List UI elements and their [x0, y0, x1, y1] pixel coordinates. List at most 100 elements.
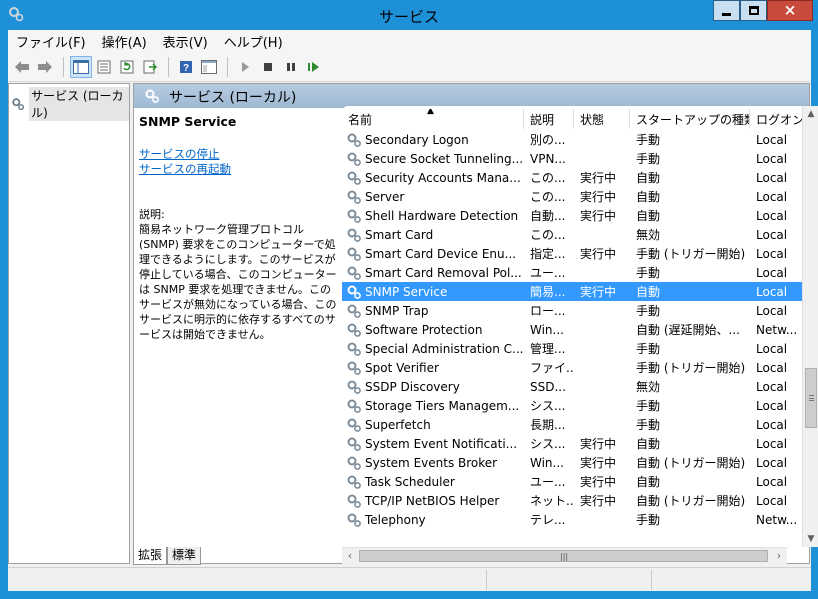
tab-standard[interactable]: 標準 [167, 547, 202, 565]
service-gear-icon [347, 342, 361, 356]
service-startup-type: 手動 [636, 266, 661, 280]
service-logon: Local [756, 303, 788, 318]
stop-service-link[interactable]: サービスの停止 [139, 147, 337, 162]
service-row[interactable]: SNMP Service 簡易... 実行中 自動 Local [342, 282, 802, 301]
service-row[interactable]: Shell Hardware Detection 自動... 実行中 自動 Local [342, 206, 802, 225]
service-row[interactable]: Security Accounts Mana... この... 実行中 自動 Local [342, 168, 802, 187]
service-logon: Local [756, 208, 788, 223]
service-logon: Local [756, 360, 788, 375]
service-row[interactable]: SSDP Discovery SSD... 無効 Local [342, 377, 802, 396]
vertical-scrollbar[interactable]: ▲ ▼ [802, 106, 818, 547]
tree-item-services-local[interactable]: サービス (ローカル) [11, 87, 129, 121]
forward-button[interactable] [34, 56, 56, 78]
title-bar[interactable]: サービス × [0, 0, 818, 30]
export-list-button[interactable] [139, 56, 161, 78]
forward-icon [38, 60, 52, 73]
service-logon: Local [756, 246, 788, 261]
service-row[interactable]: Telephony テレ... 手動 Netw... [342, 510, 802, 529]
service-name: SNMP Trap [365, 303, 429, 318]
service-logon: Local [756, 436, 788, 451]
close-button[interactable]: × [767, 0, 813, 21]
start-service-icon [242, 61, 249, 72]
service-startup-type: 自動 [636, 475, 661, 489]
service-row[interactable]: System Events Broker Win... 実行中 自動 (トリガー開始)… [342, 453, 802, 472]
horizontal-scroll-thumb[interactable]: ||| [359, 550, 768, 562]
service-row[interactable]: Smart Card この... 無効 Local [342, 225, 802, 244]
scroll-down-icon[interactable]: ▼ [803, 531, 818, 547]
service-gear-icon [347, 209, 361, 223]
services-window: サービス × ファイル(F) 操作(A) 表示(V) ヘルプ(H) ? サービス… [0, 0, 818, 599]
service-gear-icon [347, 323, 361, 337]
stop-service-button[interactable] [257, 56, 279, 78]
minimize-button[interactable] [713, 0, 740, 21]
toolbar-separator [168, 56, 169, 77]
service-row[interactable]: Secure Socket Tunneling... VPN... 手動 Local [342, 149, 802, 168]
service-description: この... [530, 190, 566, 204]
details-header-title: サービス (ローカル) [169, 90, 297, 106]
service-startup-type: 自動 [636, 437, 661, 451]
horizontal-scrollbar[interactable]: ‹ ||| › [342, 547, 787, 564]
column-header-status[interactable]: 状態 [574, 109, 630, 129]
restart-service-button[interactable] [303, 56, 325, 78]
menu-file[interactable]: ファイル(F) [8, 32, 94, 51]
properties-button[interactable] [93, 56, 115, 78]
service-logon: Netw... [756, 512, 798, 527]
service-description-panel: SNMP Service サービスの停止 サービスの再起動 説明: 簡易ネットワ… [134, 108, 342, 543]
service-gear-icon [347, 228, 361, 242]
scroll-right-icon[interactable]: › [771, 548, 787, 564]
service-row[interactable]: Server この... 実行中 自動 Local [342, 187, 802, 206]
services-gear-icon [144, 88, 160, 107]
service-row[interactable]: System Event Notificati... シス... 実行中 自動 Loca… [342, 434, 802, 453]
service-name: Special Administration C... [365, 341, 524, 356]
column-header-logon[interactable]: ログオン [750, 109, 802, 129]
help-button[interactable]: ? [175, 56, 197, 78]
service-description: SSD... [530, 379, 566, 394]
menu-action[interactable]: 操作(A) [94, 32, 155, 51]
description-text: 簡易ネットワーク管理プロトコル (SNMP) 要求をこのコンピューターで処理でき… [139, 223, 337, 341]
service-row[interactable]: Special Administration C... 管理... 手動 Local [342, 339, 802, 358]
service-row[interactable]: TCP/IP NetBIOS Helper ネット... 実行中 自動 (トリガー開始… [342, 491, 802, 510]
service-gear-icon [347, 247, 361, 261]
menu-view[interactable]: 表示(V) [155, 32, 216, 51]
service-startup-type: 自動 [636, 171, 661, 185]
service-description: 長期... [530, 418, 566, 432]
refresh-button[interactable] [116, 56, 138, 78]
service-logon: Netw... [756, 322, 798, 337]
service-name: Telephony [365, 512, 426, 527]
pause-service-button[interactable] [280, 56, 302, 78]
vertical-scroll-thumb[interactable] [805, 368, 817, 428]
column-header-name[interactable]: ▲ 名前 [342, 109, 524, 129]
service-name: Storage Tiers Managem... [365, 398, 520, 413]
service-status: 実行中 [580, 475, 617, 489]
start-service-button[interactable] [234, 56, 256, 78]
service-row[interactable]: Spot Verifier ファイ... 手動 (トリガー開始) Local [342, 358, 802, 377]
console-button[interactable] [198, 56, 220, 78]
service-row[interactable]: SNMP Trap ロー... 手動 Local [342, 301, 802, 320]
back-button[interactable] [11, 56, 33, 78]
column-header-startup-type[interactable]: スタートアップの種類 [630, 109, 750, 129]
service-row[interactable]: Smart Card Removal Pol... ユー... 手動 Local [342, 263, 802, 282]
maximize-button[interactable] [740, 0, 767, 21]
service-description: ネット... [530, 494, 574, 508]
tab-extended[interactable]: 拡張 [133, 547, 168, 565]
pause-service-icon [287, 62, 295, 71]
column-header-description[interactable]: 説明 [524, 109, 574, 129]
service-row[interactable]: Task Scheduler ユー... 実行中 自動 Local [342, 472, 802, 491]
export-list-icon [143, 60, 157, 73]
service-row[interactable]: Storage Tiers Managem... シス... 手動 Local [342, 396, 802, 415]
services-gear-icon [12, 98, 25, 111]
show-hide-console-tree-button[interactable] [70, 55, 92, 78]
menu-help[interactable]: ヘルプ(H) [216, 32, 291, 51]
service-status: 実行中 [580, 209, 617, 223]
service-name: Server [365, 189, 405, 204]
service-rows: Secondary Logon 別の... 手動 Local Secure Socket… [342, 130, 802, 529]
service-gear-icon [347, 171, 361, 185]
service-name: Task Scheduler [365, 474, 455, 489]
service-row[interactable]: Secondary Logon 別の... 手動 Local [342, 130, 802, 149]
scroll-left-icon[interactable]: ‹ [342, 548, 358, 564]
restart-service-link[interactable]: サービスの再起動 [139, 162, 337, 177]
scroll-up-icon[interactable]: ▲ [803, 106, 818, 122]
service-row[interactable]: Superfetch 長期... 手動 Local [342, 415, 802, 434]
service-row[interactable]: Software Protection Win... 自動 (遅延開始、... Net… [342, 320, 802, 339]
service-row[interactable]: Smart Card Device Enu... 指定... 実行中 手動 (トリガー… [342, 244, 802, 263]
